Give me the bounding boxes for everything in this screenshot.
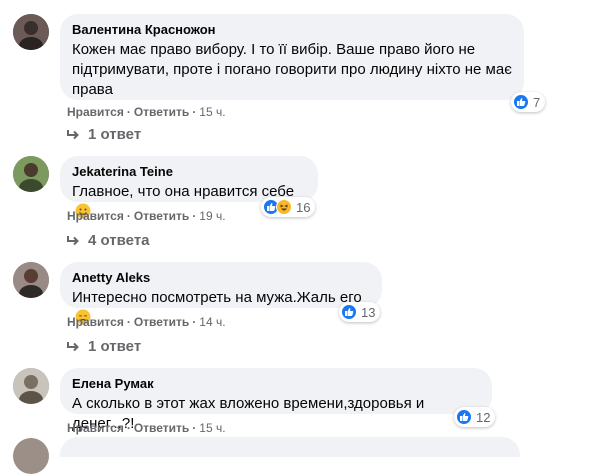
reaction-count: 12: [476, 409, 491, 425]
comment-actions: Нравится · Ответить · 14 ч.: [67, 314, 226, 330]
comment-author[interactable]: Anetty Aleks: [72, 270, 370, 286]
comment-time[interactable]: 19 ч.: [199, 209, 225, 223]
reaction-summary[interactable]: 16: [261, 197, 316, 217]
reply-arrow-icon: [67, 341, 79, 351]
reply-button[interactable]: Ответить: [134, 209, 189, 223]
comment-author[interactable]: Валентина Красножон: [72, 22, 512, 38]
reaction-count: 16: [296, 199, 311, 215]
reaction-count: 13: [361, 304, 376, 320]
reaction-summary[interactable]: 7: [511, 92, 546, 112]
separator-dot: ·: [192, 209, 197, 223]
separator-dot: ·: [192, 315, 197, 329]
replies-label: 1 ответ: [88, 126, 142, 143]
avatar[interactable]: [13, 14, 49, 50]
comment-author[interactable]: Елена Румак: [72, 376, 480, 392]
comment-author[interactable]: Jekaterina Teine: [72, 164, 306, 180]
avatar[interactable]: [13, 368, 49, 404]
comment-time[interactable]: 15 ч.: [199, 421, 225, 435]
view-replies-link[interactable]: 4 ответа: [66, 232, 150, 249]
reaction-count: 7: [533, 94, 541, 110]
comment-bubble: Anetty Aleks Интересно посмотреть на муж…: [60, 262, 382, 325]
separator-dot: ·: [192, 105, 197, 119]
avatar[interactable]: [13, 438, 49, 474]
like-button[interactable]: Нравится: [67, 105, 124, 119]
view-replies-link[interactable]: 1 ответ: [66, 338, 141, 355]
comment-actions: Нравится · Ответить · 19 ч.: [67, 208, 226, 224]
like-button[interactable]: Нравится: [67, 421, 124, 435]
replies-label: 1 ответ: [88, 338, 142, 355]
reaction-summary[interactable]: 12: [454, 407, 496, 427]
view-replies-link[interactable]: 1 ответ: [66, 126, 141, 143]
like-button[interactable]: Нравится: [67, 315, 124, 329]
reply-arrow-icon: [67, 235, 79, 245]
separator-dot: ·: [126, 315, 131, 329]
reply-arrow-icon: [67, 129, 79, 139]
separator-dot: ·: [192, 421, 197, 435]
separator-dot: ·: [126, 105, 131, 119]
comment-text-content: Главное, что она нравится себе: [72, 183, 295, 200]
comment-bubble: Jekaterina Teine Главное, что она нравит…: [60, 156, 318, 219]
comment-text-content: Интересно посмотреть на мужа.Жаль его: [72, 289, 362, 306]
avatar[interactable]: [13, 156, 49, 192]
comment-bubble: Елена Румак А сколько в этот жах вложено…: [60, 368, 492, 432]
replies-label: 4 ответа: [88, 232, 150, 249]
like-icon: [456, 409, 472, 425]
separator-dot: ·: [126, 209, 131, 223]
comment-bubble: Валентина Красножон Кожен має право вибо…: [60, 14, 524, 100]
comment-actions: Нравится · Ответить · 15 ч.: [67, 104, 226, 120]
like-icon: [513, 94, 529, 110]
like-button[interactable]: Нравится: [67, 209, 124, 223]
separator-dot: ·: [126, 421, 131, 435]
reaction-summary[interactable]: 13: [339, 302, 381, 322]
reply-button[interactable]: Ответить: [134, 105, 189, 119]
reply-button[interactable]: Ответить: [134, 421, 189, 435]
comment-bubble: [60, 437, 520, 457]
reply-button[interactable]: Ответить: [134, 315, 189, 329]
comment-time[interactable]: 15 ч.: [199, 105, 225, 119]
comment-time[interactable]: 14 ч.: [199, 315, 225, 329]
like-icon: [341, 304, 357, 320]
comment-actions: Нравится · Ответить · 15 ч.: [67, 420, 226, 436]
comment-text: Кожен має право вибору. І то її вибір. В…: [72, 41, 512, 98]
haha-icon: [276, 199, 292, 215]
avatar[interactable]: [13, 262, 49, 298]
